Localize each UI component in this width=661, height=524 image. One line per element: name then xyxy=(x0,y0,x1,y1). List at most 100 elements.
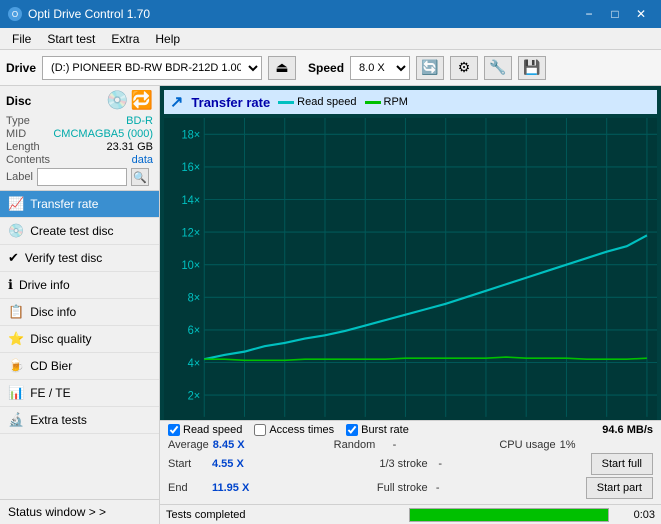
status-window-label: Status window > > xyxy=(8,505,106,519)
menu-extra[interactable]: Extra xyxy=(103,30,147,48)
disc-type-value: BD-R xyxy=(126,115,153,127)
nav-item-disc-info[interactable]: 📋 Disc info xyxy=(0,299,159,326)
end-value: 11.95 X xyxy=(212,482,257,494)
progress-bar-container xyxy=(409,508,609,522)
menu-file[interactable]: File xyxy=(4,30,39,48)
nav-item-create-test-disc[interactable]: 💿 Create test disc xyxy=(0,218,159,245)
drive-label: Drive xyxy=(6,61,36,75)
speed-select[interactable]: 8.0 X xyxy=(350,56,410,80)
stats-row-1: Average 8.45 X Random - CPU usage 1% xyxy=(168,439,653,451)
drive-bar: Drive (D:) PIONEER BD-RW BDR-212D 1.00 ⏏… xyxy=(0,50,661,86)
full-stroke-value: - xyxy=(436,482,466,494)
status-text: Tests completed xyxy=(166,509,403,521)
transfer-rate-chart: 18× 16× 14× 12× 10× 8× 6× 4× 2× 0.0 2.5 … xyxy=(164,118,657,420)
save-button[interactable]: 💾 xyxy=(518,56,546,80)
access-times-checkbox-item: Access times xyxy=(254,424,334,436)
settings-button[interactable]: ⚙ xyxy=(450,56,478,80)
start-full-button[interactable]: Start full xyxy=(591,453,653,475)
nav-item-transfer-rate[interactable]: 📈 Transfer rate xyxy=(0,191,159,218)
burst-rate-label: Burst rate xyxy=(361,424,409,436)
read-speed-checkbox[interactable] xyxy=(168,424,180,436)
stats-row-2: Start 4.55 X 1/3 stroke - Start full xyxy=(168,453,653,475)
nav-item-transfer-rate-label: Transfer rate xyxy=(30,197,98,211)
disc-mid-value: CMCMAGBA5 (000) xyxy=(53,128,153,140)
legend-rpm-label: RPM xyxy=(384,96,408,108)
nav-item-extra-tests[interactable]: 🔬 Extra tests xyxy=(0,407,159,434)
burst-rate-value: 94.6 MB/s xyxy=(602,424,653,436)
refresh-button[interactable]: 🔄 xyxy=(416,56,444,80)
chart-container: ↗ Transfer rate Read speed RPM xyxy=(160,86,661,420)
disc-mid-row: MID CMCMAGBA5 (000) xyxy=(6,128,153,140)
start-group: Start 4.55 X xyxy=(168,453,367,475)
minimize-button[interactable]: − xyxy=(577,4,601,24)
random-label: Random xyxy=(334,439,389,451)
nav-item-disc-quality[interactable]: ⭐ Disc quality xyxy=(0,326,159,353)
nav-item-drive-info[interactable]: ℹ Drive info xyxy=(0,272,159,299)
nav-item-cd-bier-label: CD Bier xyxy=(30,359,72,373)
title-bar: O Opti Drive Control 1.70 − □ ✕ xyxy=(0,0,661,28)
drive-select[interactable]: (D:) PIONEER BD-RW BDR-212D 1.00 xyxy=(42,56,262,80)
drive-info-icon: ℹ xyxy=(8,277,13,293)
eject-button[interactable]: ⏏ xyxy=(268,56,296,80)
disc-type-label: Type xyxy=(6,115,30,127)
title-bar-left: O Opti Drive Control 1.70 xyxy=(8,7,150,21)
maximize-button[interactable]: □ xyxy=(603,4,627,24)
svg-text:10×: 10× xyxy=(181,260,200,272)
disc-label-button[interactable]: 🔍 xyxy=(131,168,149,186)
nav-item-extra-tests-label: Extra tests xyxy=(30,413,87,427)
legend-rpm-color xyxy=(365,101,381,104)
svg-text:16×: 16× xyxy=(181,162,200,174)
disc-icon: 💿 xyxy=(106,90,128,111)
status-section: Status window > > xyxy=(0,499,159,524)
disc-header: Disc 💿 🔁 xyxy=(6,90,153,111)
random-group: Random - xyxy=(334,439,488,451)
access-times-checkbox[interactable] xyxy=(254,424,266,436)
cd-bier-icon: 🍺 xyxy=(8,358,24,374)
nav-item-disc-info-label: Disc info xyxy=(30,305,76,319)
read-speed-checkbox-item: Read speed xyxy=(168,424,242,436)
access-times-label: Access times xyxy=(269,424,334,436)
status-bar: Tests completed 0:03 xyxy=(160,504,661,524)
nav-item-cd-bier[interactable]: 🍺 CD Bier xyxy=(0,353,159,380)
stats-row-3: End 11.95 X Full stroke - Start part xyxy=(168,477,653,499)
tool-button[interactable]: 🔧 xyxy=(484,56,512,80)
disc-label-input[interactable] xyxy=(37,168,127,186)
disc-refresh-icon: 🔁 xyxy=(131,90,153,111)
full-stroke-label: Full stroke xyxy=(377,482,432,494)
speed-label: Speed xyxy=(308,61,344,75)
disc-info-icon: 📋 xyxy=(8,304,24,320)
window-controls: − □ ✕ xyxy=(577,4,653,24)
disc-label-label: Label xyxy=(6,171,33,183)
stroke-label: 1/3 stroke xyxy=(379,458,434,470)
disc-contents-label: Contents xyxy=(6,154,50,166)
menu-help[interactable]: Help xyxy=(147,30,188,48)
random-value: - xyxy=(393,439,423,451)
average-group: Average 8.45 X xyxy=(168,439,322,451)
nav-item-disc-quality-label: Disc quality xyxy=(30,332,91,346)
disc-type-row: Type BD-R xyxy=(6,115,153,127)
svg-text:2×: 2× xyxy=(188,390,201,402)
main-layout: Disc 💿 🔁 Type BD-R MID CMCMAGBA5 (000) L… xyxy=(0,86,661,524)
nav-item-fe-te[interactable]: 📊 FE / TE xyxy=(0,380,159,407)
nav-section: 📈 Transfer rate 💿 Create test disc ✔ Ver… xyxy=(0,191,159,499)
average-value: 8.45 X xyxy=(213,439,258,451)
app-icon: O xyxy=(8,7,22,21)
svg-text:6×: 6× xyxy=(188,325,201,337)
svg-text:12×: 12× xyxy=(181,227,200,239)
menu-start-test[interactable]: Start test xyxy=(39,30,103,48)
start-part-button[interactable]: Start part xyxy=(586,477,653,499)
start-value: 4.55 X xyxy=(212,458,257,470)
burst-rate-checkbox[interactable] xyxy=(346,424,358,436)
status-window-button[interactable]: Status window > > xyxy=(0,500,159,524)
legend-read-speed: Read speed xyxy=(278,96,356,108)
svg-text:8×: 8× xyxy=(188,292,201,304)
cpu-group: CPU usage 1% xyxy=(499,439,653,451)
svg-text:4×: 4× xyxy=(188,358,201,370)
disc-label-row: Label 🔍 xyxy=(6,168,153,186)
fe-te-icon: 📊 xyxy=(8,385,24,401)
full-stroke-group: Full stroke - xyxy=(377,477,574,499)
close-button[interactable]: ✕ xyxy=(629,4,653,24)
average-label: Average xyxy=(168,439,209,451)
nav-item-verify-test-disc[interactable]: ✔ Verify test disc xyxy=(0,245,159,272)
disc-contents-row: Contents data xyxy=(6,154,153,166)
